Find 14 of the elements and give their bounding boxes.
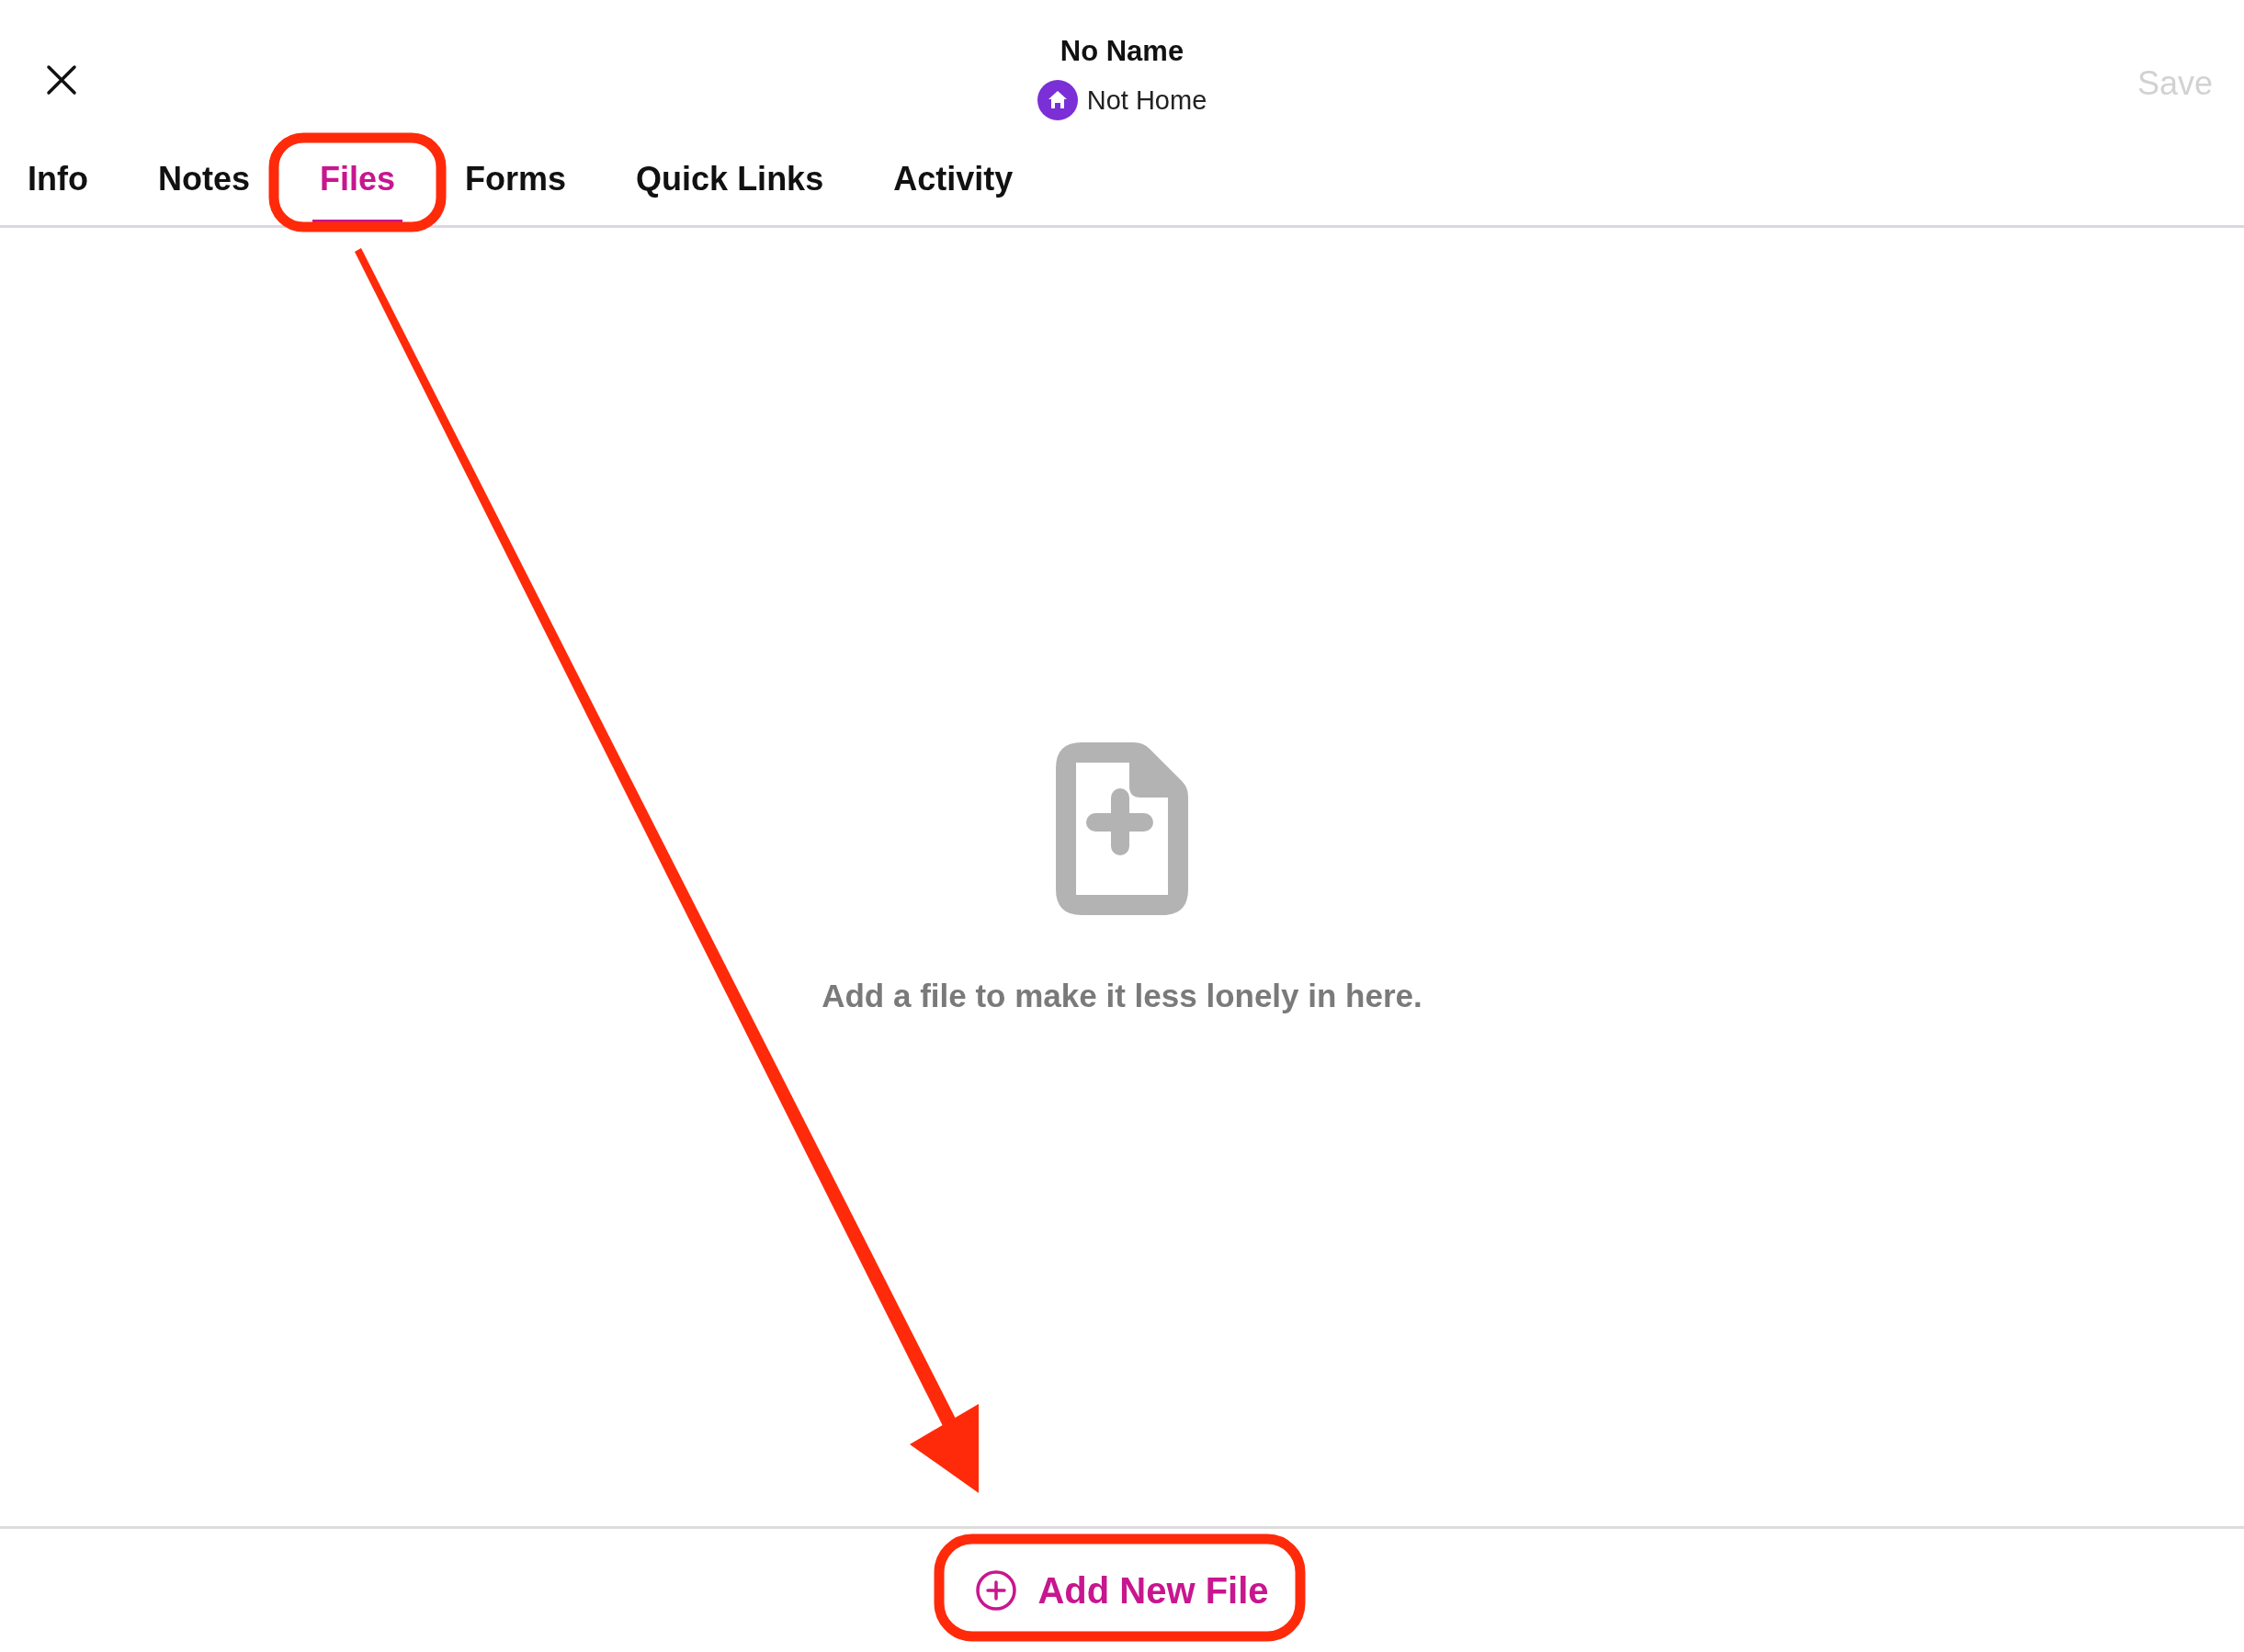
tab[interactable]: Info: [20, 138, 96, 225]
tab[interactable]: Files: [312, 138, 403, 225]
plus-circle-icon: [975, 1569, 1018, 1612]
file-plus-icon: [1056, 742, 1188, 916]
status-label: Not Home: [1086, 84, 1207, 117]
close-icon: [46, 64, 77, 96]
empty-state-message: Add a file to make it less lonely in here.: [822, 977, 1422, 1016]
home-icon: [1037, 80, 1078, 121]
add-new-file-button[interactable]: Add New File: [975, 1563, 1269, 1618]
tab[interactable]: Quick Links: [629, 138, 832, 225]
tab[interactable]: Notes: [151, 138, 257, 225]
contact-title: No Name: [1060, 33, 1184, 69]
tab[interactable]: Activity: [886, 138, 1021, 225]
tab[interactable]: Forms: [458, 138, 574, 225]
